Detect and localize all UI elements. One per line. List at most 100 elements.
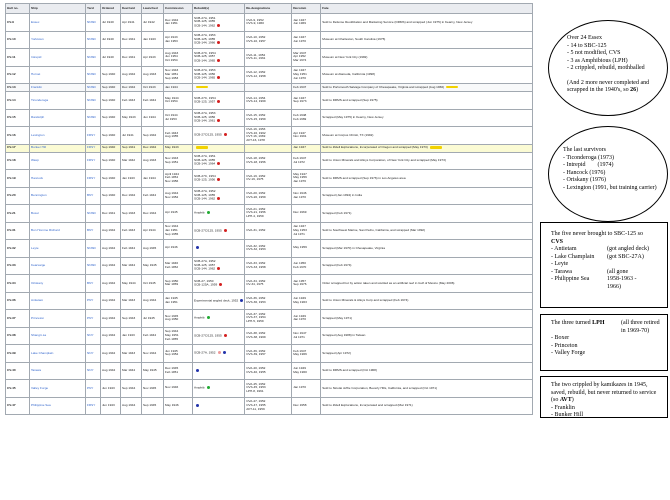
ship-link[interactable]: Bon Homme Richard: [29, 221, 86, 240]
column-header[interactable]: Hull no.: [5, 3, 30, 14]
summary-line-text: - 2 crippled, rebuild, mothballed: [567, 65, 645, 71]
ship-link[interactable]: Philippine Sea: [29, 396, 86, 415]
ship-link[interactable]: Tarawa: [29, 361, 86, 380]
column-header[interactable]: Commission: [163, 3, 193, 14]
keel-cell: Mar 1942: [120, 151, 142, 170]
yard-link[interactable]: NNSD: [85, 65, 101, 84]
yard-link[interactable]: FRSY: [85, 151, 101, 170]
commission-cell: May 1946: [163, 396, 193, 415]
redesignation-cell: [244, 143, 293, 153]
decomm-cell: Jun 1949 May 1963: [291, 291, 322, 310]
rebuild-cell-text: SCB-27C, 1954 SCB-125, 1956: [194, 173, 216, 182]
commission-cell-text: Nov 1943 Sep 1951: [165, 156, 179, 164]
yard-link[interactable]: FRSY: [85, 169, 101, 188]
fate-cell-text: Sold to Union Minerals & Alloys Corp and…: [322, 298, 409, 303]
column-header[interactable]: Fate: [320, 3, 534, 14]
ship-link[interactable]: Intrepid: [29, 48, 86, 67]
column-header[interactable]: Keel laid: [120, 3, 142, 14]
rebuild-cell: SCB-27A, 1953 SCB-125, 1956 SCB-144, 196…: [191, 108, 246, 127]
yard-link[interactable]: NNSD: [85, 83, 101, 92]
yard-link[interactable]: PNY: [85, 379, 101, 398]
launched-cell-text: Oct 1945: [143, 280, 156, 285]
ship-link[interactable]: Lake Champlain: [29, 344, 86, 363]
yard-link[interactable]: BNY: [85, 221, 101, 240]
column-header[interactable]: Decomm: [291, 3, 322, 14]
ship-link[interactable]: Essex: [29, 13, 86, 32]
ship-link[interactable]: Hancock: [29, 169, 86, 188]
column-header[interactable]: Ordered: [100, 3, 121, 14]
yard-link[interactable]: FRSY: [85, 396, 101, 415]
commission-cell: Feb 1943 Aug 1955: [163, 126, 193, 145]
keel-cell: Feb 1943: [120, 221, 142, 240]
status-dot: [217, 23, 221, 27]
ship-link[interactable]: Wasp: [29, 151, 86, 170]
yard-link[interactable]: NNY: [85, 361, 101, 380]
yard-link[interactable]: NNY: [85, 344, 101, 363]
launched-cell: Dec 1942: [141, 143, 164, 153]
yard-link[interactable]: NNSD: [85, 13, 101, 32]
ship-link[interactable]: Hornet: [29, 65, 86, 84]
redesignation-cell: CVA-19, 1952 CV-19, 1975: [244, 169, 293, 188]
table-row: CV-18 Wasp FRSY Sep 1940 Mar 1942 Aug 1943 Nov…: [5, 151, 534, 170]
yard-link[interactable]: NNSD: [85, 91, 101, 110]
ship-link[interactable]: Lexington: [29, 126, 86, 145]
summary-line-text: (And 2 more never completed and: [567, 79, 650, 86]
commission-cell-text: May 1946: [165, 402, 179, 407]
yard-link[interactable]: NNSD: [85, 239, 101, 258]
ship-link[interactable]: Ticonderoga: [29, 91, 86, 110]
column-header[interactable]: Re-designations: [244, 3, 293, 14]
launched-cell-text: Sep 1945: [143, 403, 157, 408]
column-header[interactable]: Yard: [85, 3, 101, 14]
column-header[interactable]: Launched: [141, 3, 164, 14]
ship-link[interactable]: Bunker Hill: [29, 143, 86, 153]
rebuild-cell: Amphib: [191, 309, 246, 328]
ship-link[interactable]: Boxer: [29, 204, 86, 223]
yard-link[interactable]: BNY: [85, 274, 101, 293]
avt-note: The two crippled by kamikazes in 1945, s…: [540, 376, 668, 418]
keel-cell: Mar 1944: [120, 256, 142, 275]
yard-link[interactable]: FRSY: [85, 126, 101, 145]
ship-link[interactable]: Shangri-La: [29, 326, 86, 345]
yard-link[interactable]: NNSD: [85, 204, 101, 223]
decomm-cell-text: Jun 1949 May 1963: [293, 296, 307, 304]
yard-link[interactable]: BNY: [85, 186, 101, 205]
ship-link[interactable]: Yorktown: [29, 30, 86, 49]
ship-link[interactable]: Randolph: [29, 108, 86, 127]
ordered-cell-text: Sep 1940: [102, 145, 116, 150]
yard-link[interactable]: NNSD: [85, 108, 101, 127]
ship-link[interactable]: Kearsarge: [29, 256, 86, 275]
fate-cell: Scrapped (Feb 1971): [320, 204, 534, 223]
yard-link[interactable]: FRSY: [85, 143, 101, 153]
summary-lines: Over 24 Essex - 14 to SBC-125- 5 not modi…: [567, 35, 659, 95]
commission-cell: May 1944 Oct 1954: [163, 91, 193, 110]
ship-link[interactable]: Franklin: [29, 83, 86, 92]
fate-cell: Sold to Portsmouth Salvage Company of Ch…: [320, 83, 534, 92]
yard-link[interactable]: NNSD: [85, 48, 101, 67]
yard-link[interactable]: NNY: [85, 326, 101, 345]
ship-link[interactable]: Bennington: [29, 186, 86, 205]
cvs-row: - Lake Champlain (got SBC-27A): [551, 254, 663, 262]
rebuild-cell: Amphib: [191, 379, 246, 398]
ordered-cell: Aug 1942: [100, 274, 121, 293]
ship-link[interactable]: Oriskany: [29, 274, 86, 293]
column-header[interactable]: Rebuild(s): [191, 3, 246, 14]
cvs-row: - Leyte: [551, 261, 663, 269]
ship-link[interactable]: Leyte: [29, 239, 86, 258]
ship-link[interactable]: Antietam: [29, 291, 86, 310]
ordered-cell-text: Aug 1942: [102, 315, 116, 320]
hull-cell-text: CV-15: [7, 115, 16, 120]
yard-link[interactable]: NNSD: [85, 256, 101, 275]
column-header[interactable]: Ship: [29, 3, 86, 14]
fate-cell: Scrapped (May 1971): [320, 309, 534, 328]
yard-link[interactable]: PNY: [85, 291, 101, 310]
commission-cell-text: Apr 1946: [165, 245, 178, 250]
decomm-cell: Nov 1947 Jul 1971: [291, 326, 322, 345]
ship-link[interactable]: Princeton: [29, 309, 86, 328]
hull-cell-text: CV-33: [7, 263, 16, 268]
ship-link[interactable]: Valley Forge: [29, 379, 86, 398]
launched-cell: May 1945: [141, 361, 164, 380]
yard-link[interactable]: PNY: [85, 309, 101, 328]
decomm-cell: Jan 1947 Jun 1970: [291, 30, 322, 49]
table-row: CV-14 Ticonderoga NNSD Sep 1940 Feb 1943 Feb …: [5, 91, 534, 110]
yard-link[interactable]: NNSD: [85, 30, 101, 49]
